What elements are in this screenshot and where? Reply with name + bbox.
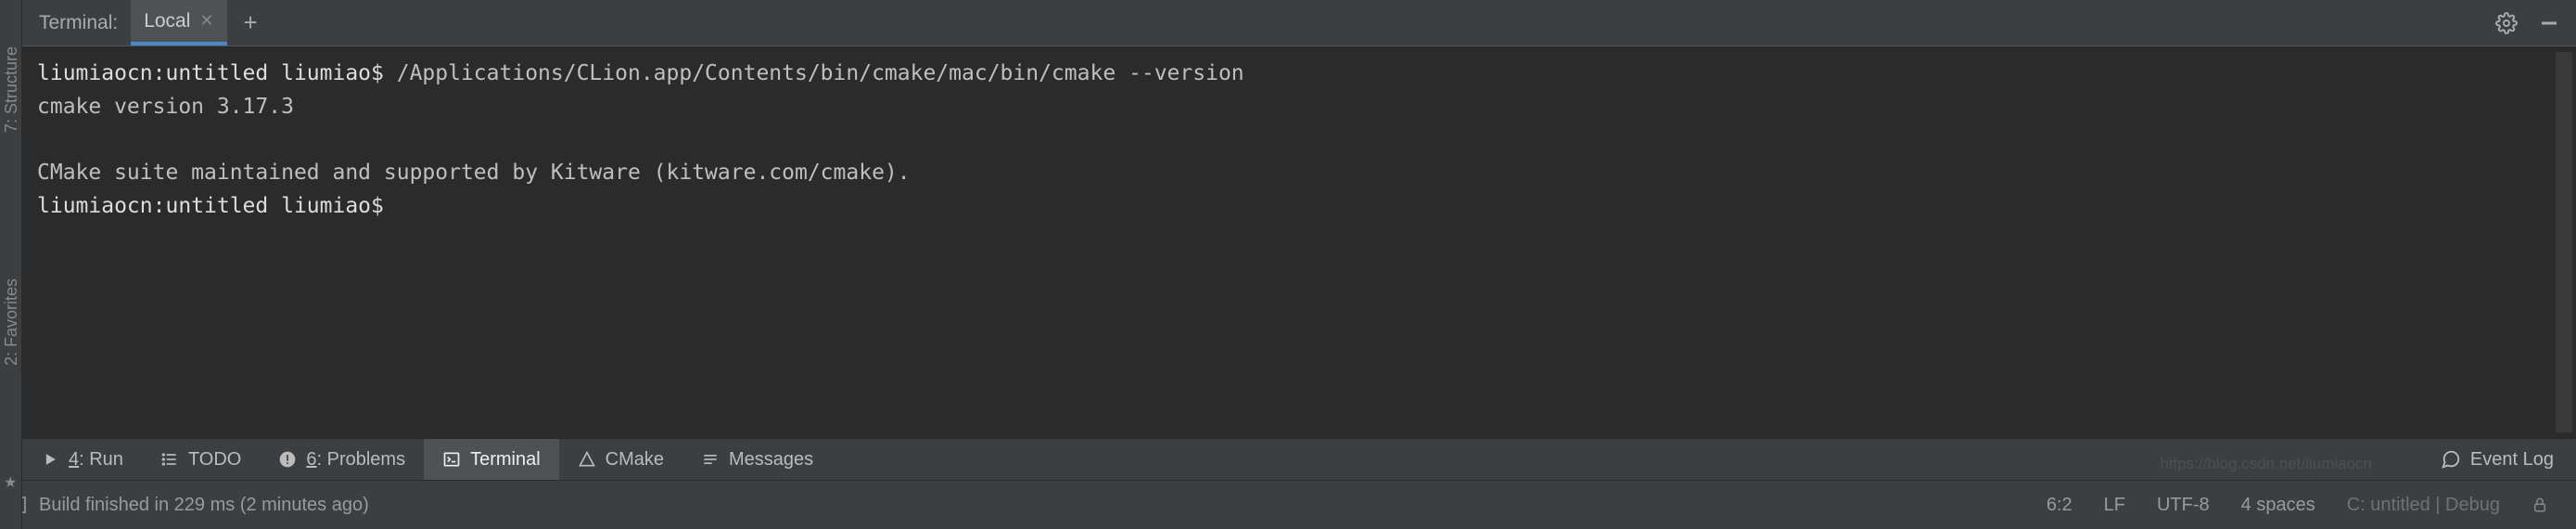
messages-icon [701, 450, 720, 469]
terminal-line-2: cmake version 3.17.3 [37, 95, 294, 119]
event-log-label: Event Log [2470, 449, 2554, 471]
messages-label: Messages [729, 449, 813, 471]
alert-icon [278, 450, 297, 469]
terminal-tab-bar: Terminal: Local ✕ + [22, 0, 2576, 46]
indent-setting[interactable]: 4 spaces [2241, 495, 2315, 516]
run-tool-button[interactable]: 4: Run [22, 439, 142, 480]
cmake-icon [578, 450, 596, 469]
terminal-output[interactable]: liumiaocn:untitled liumiao$ /Application… [22, 46, 2576, 438]
todo-label: TODO [188, 449, 241, 471]
status-bar: Build finished in 229 ms (2 minutes ago)… [0, 481, 2576, 529]
terminal-tool-label: Terminal [470, 449, 541, 471]
prompt-1-host: liumiaocn:untitled liumiao$ [37, 61, 384, 85]
terminal-tool-button[interactable]: Terminal [424, 439, 559, 480]
play-icon [41, 450, 59, 469]
star-icon: ★ [4, 473, 17, 492]
add-tab-button[interactable]: + [227, 8, 274, 37]
cmake-label: CMake [606, 449, 664, 471]
list-icon [160, 450, 179, 469]
terminal-line-4: CMake suite maintained and supported by … [37, 161, 911, 185]
run-label: : Run [79, 449, 123, 470]
tab-label: Local [144, 10, 190, 32]
status-message: Build finished in 229 ms (2 minutes ago) [39, 495, 2047, 516]
terminal-text: liumiaocn:untitled liumiao$ /Application… [37, 58, 2561, 223]
line-separator[interactable]: LF [2104, 495, 2125, 516]
speech-bubble-icon [2441, 449, 2461, 470]
messages-tool-button[interactable]: Messages [682, 439, 832, 480]
todo-tool-button[interactable]: TODO [142, 439, 260, 480]
cmake-tool-button[interactable]: CMake [559, 439, 682, 480]
scrollbar[interactable] [2556, 52, 2572, 432]
close-icon[interactable]: ✕ [199, 11, 213, 31]
rail-structure[interactable]: 7: Structure [2, 46, 21, 133]
panel-title: Terminal: [22, 12, 131, 34]
problems-label: : Problems [316, 449, 405, 470]
prompt-1-cmd: /Applications/CLion.app/Contents/bin/cma… [384, 61, 1244, 85]
run-context[interactable]: C: untitled | Debug [2347, 495, 2500, 516]
run-mnemonic: 4 [69, 449, 79, 470]
left-tool-rail: 7: Structure 2: Favorites ★ [0, 0, 22, 529]
prompt-2: liumiaocn:untitled liumiao$ [37, 194, 397, 218]
rail-favorites[interactable]: 2: Favorites [2, 278, 21, 366]
terminal-tab-local[interactable]: Local ✕ [131, 0, 226, 45]
minimize-icon[interactable] [2533, 7, 2565, 39]
lock-icon[interactable] [2531, 497, 2548, 513]
event-log-button[interactable]: Event Log [2418, 449, 2576, 471]
file-encoding[interactable]: UTF-8 [2157, 495, 2210, 516]
gear-icon[interactable] [2491, 7, 2522, 39]
cursor-position[interactable]: 6:2 [2047, 495, 2072, 516]
problems-mnemonic: 6 [306, 449, 316, 470]
bottom-tool-bar: 4: Run TODO 6: Problems Terminal CMake M… [22, 438, 2576, 481]
terminal-icon [442, 450, 461, 469]
problems-tool-button[interactable]: 6: Problems [260, 439, 424, 480]
